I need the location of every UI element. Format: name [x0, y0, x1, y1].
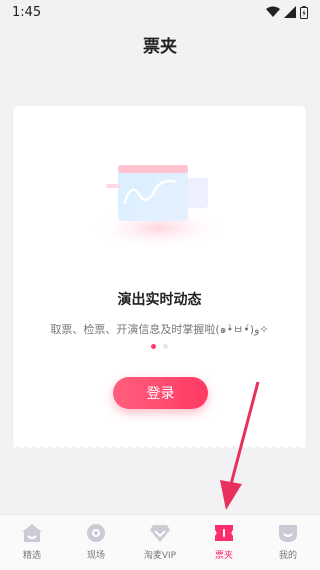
tab-label: 精选: [22, 551, 41, 561]
wifi-icon: [266, 6, 280, 17]
pager-dots: [13, 344, 306, 349]
tab-vip[interactable]: 淘麦VIP: [128, 515, 192, 561]
empty-state-title: 演出实时动态: [117, 292, 202, 308]
tab-label: 淘麦VIP: [143, 551, 177, 561]
pager-dot-active: [151, 344, 156, 349]
tab-label: 票夹: [214, 551, 233, 561]
ticket-icon: [212, 522, 236, 544]
diamond-icon: [148, 522, 172, 544]
empty-state-description: 取票、检票、开演信息及时掌握啦(๑•̀ㅂ•́)و✧: [50, 323, 269, 336]
tab-label: 现场: [86, 551, 105, 561]
page-title: 票夹: [143, 37, 177, 57]
tab-profile[interactable]: 我的: [256, 515, 320, 561]
tab-featured[interactable]: 精选: [0, 515, 64, 561]
tab-tickets[interactable]: 票夹: [192, 515, 256, 561]
pager-dot: [163, 344, 168, 349]
signal-icon: [284, 6, 296, 18]
status-time: 1:45: [12, 4, 42, 20]
status-icons: [266, 5, 308, 19]
ticket-illustration: [89, 165, 229, 250]
battery-icon: [300, 5, 308, 19]
login-button[interactable]: 登录: [113, 377, 208, 409]
tab-label: 我的: [278, 551, 297, 561]
annotation-arrow: [220, 381, 260, 510]
profile-icon: [276, 522, 300, 544]
home-icon: [20, 522, 44, 544]
status-bar: 1:45: [0, 0, 320, 24]
eye-icon: [84, 522, 108, 544]
tab-live[interactable]: 现场: [64, 515, 128, 561]
bottom-tab-bar: 精选 现场 淘麦VIP 票夹 我的: [0, 514, 320, 570]
